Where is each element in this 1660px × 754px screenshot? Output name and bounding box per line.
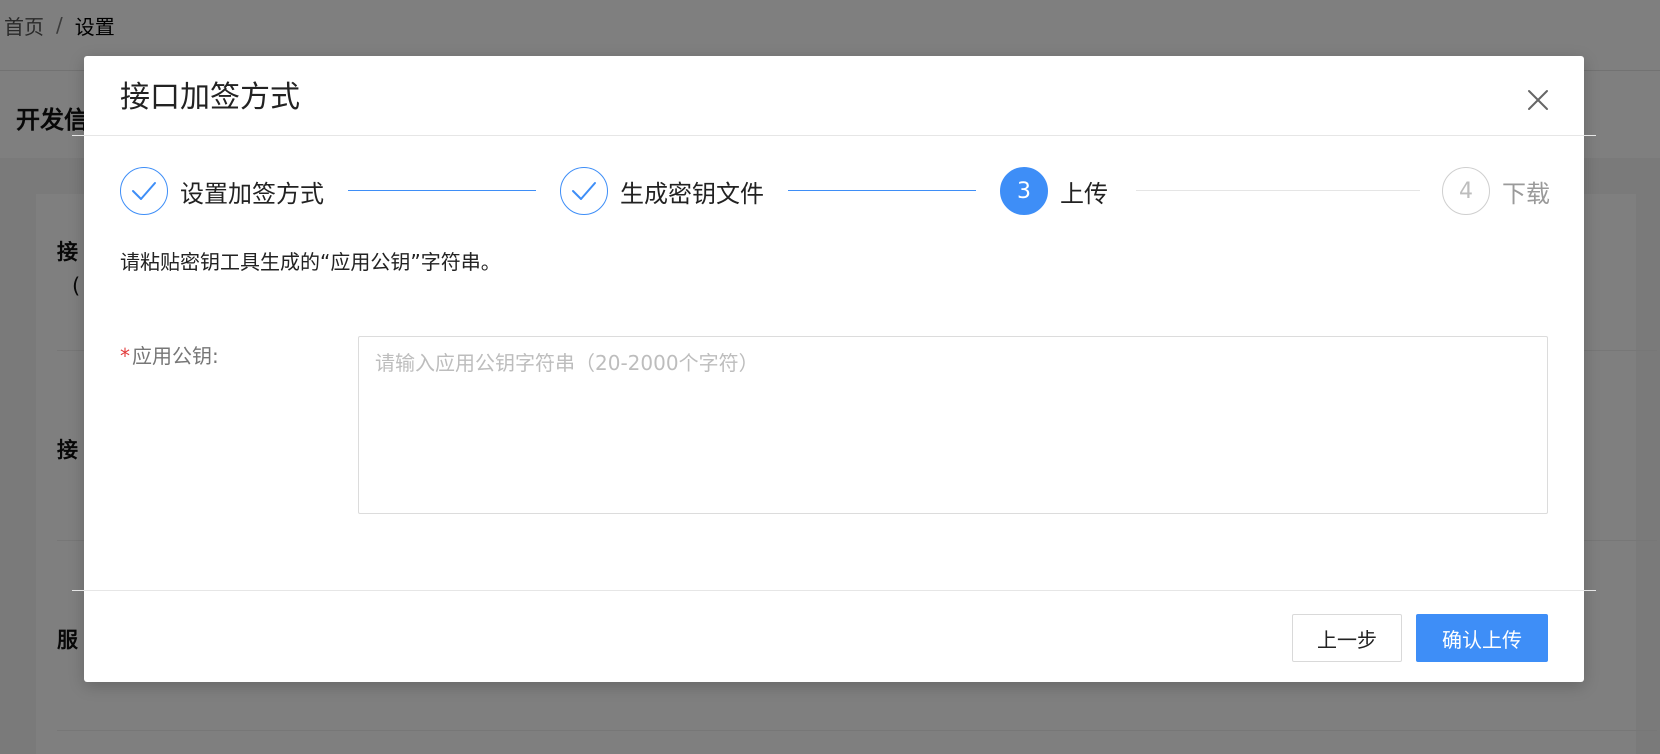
step-set-signing-method: 设置加签方式 xyxy=(120,166,324,216)
step-2-circle xyxy=(560,167,608,215)
step-4-circle: 4 xyxy=(1442,167,1490,215)
close-button[interactable] xyxy=(1518,80,1558,120)
step-1-circle xyxy=(120,167,168,215)
dialog-title: 接口加签方式 xyxy=(120,80,300,115)
confirm-upload-button[interactable]: 确认上传 xyxy=(1416,614,1548,662)
step-4-label: 下载 xyxy=(1502,179,1550,208)
signing-method-dialog: 接口加签方式 设置加签方式 生成密钥文件 3 上传 4 下载 请粘贴密钥工具生成… xyxy=(72,56,1596,682)
steps-bar: 设置加签方式 生成密钥文件 3 上传 4 下载 xyxy=(120,166,1550,216)
step-1-label: 设置加签方式 xyxy=(180,179,324,208)
check-icon xyxy=(572,182,596,200)
step-download: 4 下载 xyxy=(1442,166,1550,216)
public-key-label: * 应用公钥: xyxy=(120,340,219,369)
previous-step-button[interactable]: 上一步 xyxy=(1292,614,1402,662)
step-3-circle: 3 xyxy=(1000,167,1048,215)
close-icon xyxy=(1528,90,1548,110)
header-divider xyxy=(72,135,1596,136)
step-3-label: 上传 xyxy=(1060,179,1108,208)
step-connector xyxy=(348,190,536,191)
footer-divider xyxy=(72,590,1596,591)
step-connector xyxy=(1136,190,1420,191)
check-icon xyxy=(132,182,156,200)
required-mark: * xyxy=(120,344,130,368)
public-key-textarea[interactable] xyxy=(358,336,1548,514)
step-generate-key-file: 生成密钥文件 xyxy=(560,166,764,216)
step-2-label: 生成密钥文件 xyxy=(620,179,764,208)
step-upload: 3 上传 xyxy=(1000,166,1108,216)
step-connector xyxy=(788,190,976,191)
instruction-text: 请粘贴密钥工具生成的“应用公钥”字符串。 xyxy=(120,250,501,274)
dialog-header: 接口加签方式 xyxy=(84,56,1584,136)
public-key-label-text: 应用公钥: xyxy=(132,344,219,368)
